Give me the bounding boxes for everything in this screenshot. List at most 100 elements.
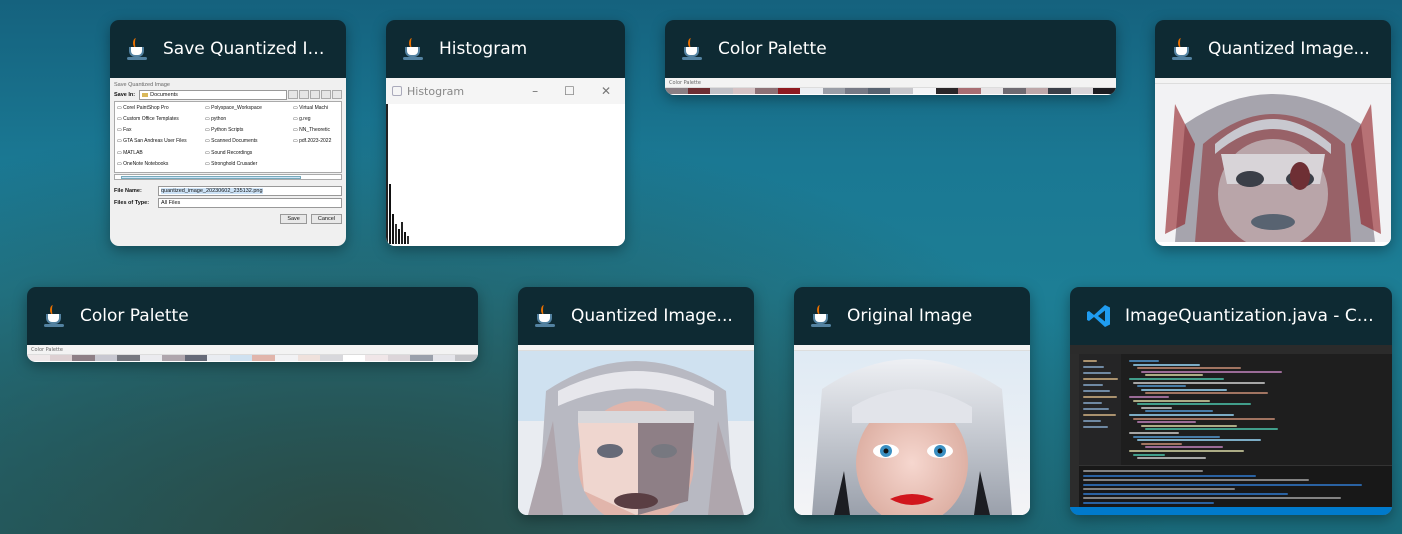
dialog-toolbar[interactable]	[287, 89, 342, 101]
terminal-panel	[1079, 465, 1392, 507]
histogram-bars	[386, 104, 409, 244]
window-title: Quantized Image...	[571, 306, 733, 326]
file-list-item[interactable]: ▭ python	[205, 115, 293, 125]
palette-swatch	[710, 88, 733, 94]
file-list-item[interactable]: ▭ NN_Theoretic	[293, 126, 341, 136]
window-thumbnail-save-dialog[interactable]: Save Quantized Im... Save Quantized Imag…	[110, 20, 346, 246]
horizontal-scrollbar[interactable]	[114, 174, 342, 180]
save-button[interactable]: Save	[280, 214, 307, 224]
window-title: Save Quantized Im...	[163, 39, 341, 59]
window-thumbnail-histogram[interactable]: Histogram Histogram – ☐ ✕	[386, 20, 625, 246]
histogram-window-title: Histogram	[407, 84, 465, 98]
file-list-item[interactable]: ▭ g.reg	[293, 115, 341, 125]
maximize-icon[interactable]: ☐	[564, 84, 575, 98]
file-name-input[interactable]: quantized_image_20230602_235132.png	[158, 186, 342, 196]
minimize-icon[interactable]: –	[532, 84, 538, 98]
window-title: ImageQuantization.java - Col...	[1125, 306, 1389, 326]
palette-swatch	[755, 88, 778, 94]
palette-swatch	[184, 355, 208, 361]
palette-swatch	[732, 88, 756, 94]
palette-swatch	[342, 355, 366, 361]
palette-swatch	[1048, 88, 1071, 94]
file-list-item[interactable]: ▭ OneNote Notebooks	[117, 160, 205, 170]
folder-icon	[142, 93, 149, 97]
window-thumbnail-color-palette[interactable]: Color Palette Color Palette	[665, 20, 1116, 95]
file-list-item[interactable]: ▭ Corel PaintShop Pro	[117, 104, 205, 114]
cancel-button[interactable]: Cancel	[310, 214, 342, 224]
histogram-canvas	[386, 104, 625, 246]
palette-swatch	[410, 355, 433, 361]
palette-swatch	[1093, 88, 1116, 94]
file-list-item[interactable]: ▭ pdf.2023-2022	[293, 137, 341, 147]
save-in-combo[interactable]: Documents	[139, 90, 287, 100]
palette-swatch	[935, 88, 959, 94]
palette-swatch	[207, 355, 230, 361]
thumbnail-header: Color Palette	[27, 287, 478, 345]
vscode-icon	[1087, 305, 1110, 327]
java-icon	[402, 37, 426, 61]
file-list-item[interactable]: ▭ Stronghold Crusader	[205, 160, 293, 170]
file-list[interactable]: ▭ Corel PaintShop Pro ▭ Polyspace_Workspa…	[114, 101, 342, 173]
palette-swatch	[27, 355, 50, 361]
save-in-label: Save In:	[114, 92, 136, 98]
file-type-label: Files of Type:	[114, 200, 150, 206]
palette-swatch	[455, 355, 478, 361]
vscode-window	[1070, 345, 1392, 515]
thumbnail-header: ImageQuantization.java - Col...	[1070, 287, 1392, 345]
histogram-titlebar: Histogram – ☐ ✕	[386, 78, 625, 104]
file-list-item[interactable]: ▭ Polyspace_Workspace	[205, 104, 293, 114]
file-list-item[interactable]: ▭ Fax	[117, 126, 205, 136]
file-type-select[interactable]: All Files	[158, 198, 342, 208]
window-thumbnail-color-palette-2[interactable]: Color Palette Color Palette	[27, 287, 478, 362]
java-icon	[810, 304, 834, 328]
java-icon	[681, 37, 705, 61]
quantized-portrait-image	[518, 351, 754, 515]
java-icon	[534, 304, 558, 328]
window-title: Color Palette	[718, 39, 827, 59]
thumbnail-header: Original Image	[794, 287, 1030, 345]
window-title: Color Palette	[80, 306, 189, 326]
palette-swatch	[1070, 88, 1094, 94]
activity-bar	[1070, 354, 1079, 507]
close-icon[interactable]: ✕	[601, 84, 611, 98]
palette-swatch	[320, 355, 343, 361]
dialog-title: Save Quantized Image	[114, 81, 170, 88]
window-thumbnail-original-image[interactable]: Original Image	[794, 287, 1030, 515]
palette-swatch	[117, 355, 140, 361]
file-list-item[interactable]: ▭ MATLAB	[117, 149, 205, 159]
thumbnail-preview: Color Palette	[27, 345, 478, 362]
palette-swatch	[387, 355, 411, 361]
palette-swatch	[49, 355, 73, 361]
window-title: Original Image	[847, 306, 973, 326]
file-list-item[interactable]: ▭ Custom Office Templates	[117, 115, 205, 125]
palette-swatch	[890, 88, 914, 94]
file-list-item[interactable]: ▭ Scanned Documents	[205, 137, 293, 147]
file-list-item[interactable]: ▭ Virtual Machi	[293, 104, 341, 114]
file-list-item[interactable]	[293, 160, 341, 170]
thumbnail-header: Histogram	[386, 20, 625, 78]
thumbnail-header: Save Quantized Im...	[110, 20, 346, 78]
palette-swatch	[275, 355, 298, 361]
window-thumbnail-quantized-image[interactable]: Quantized Image...	[1155, 20, 1391, 246]
thumbnail-header: Quantized Image...	[518, 287, 754, 345]
palette-swatch	[822, 88, 846, 94]
window-title: Quantized Image...	[1208, 39, 1370, 59]
thumbnail-preview: Histogram – ☐ ✕	[386, 78, 625, 246]
palette-swatch	[845, 88, 868, 94]
window-title: Histogram	[439, 39, 528, 59]
file-list-item[interactable]	[293, 149, 341, 159]
window-thumbnail-vscode[interactable]: ImageQuantization.java - Col...	[1070, 287, 1392, 515]
code-editor	[1121, 354, 1392, 465]
palette-swatch	[229, 355, 253, 361]
palette-titlebar: Color Palette	[27, 345, 478, 355]
window-thumbnail-quantized-image-2[interactable]: Quantized Image...	[518, 287, 754, 515]
file-list-item[interactable]: ▭ Sound Recordings	[205, 149, 293, 159]
thumbnail-preview	[1155, 78, 1391, 246]
palette-swatch	[162, 355, 185, 361]
file-list-item[interactable]: ▭ GTA San Andreas User Files	[117, 137, 205, 147]
file-list-item[interactable]: ▭ Python Scripts	[205, 126, 293, 136]
thumbnail-preview	[794, 345, 1030, 515]
palette-swatch	[665, 88, 688, 94]
thumbnail-preview: Color Palette	[665, 78, 1116, 95]
thumbnail-header: Quantized Image...	[1155, 20, 1391, 78]
